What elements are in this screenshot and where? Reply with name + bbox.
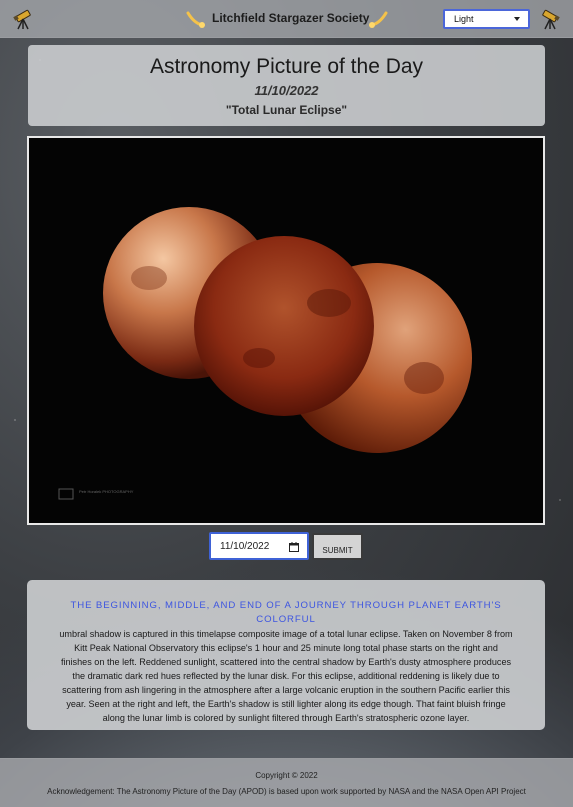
date-picker-value: 11/10/2022 xyxy=(220,541,270,552)
apod-title-card: Astronomy Picture of the Day 11/10/2022 … xyxy=(28,45,545,126)
explanation-heading: THE BEGINNING, MIDDLE, AND END OF A JOUR… xyxy=(70,600,502,625)
submit-button[interactable]: SUBMIT xyxy=(312,533,363,560)
theme-select[interactable]: Light xyxy=(443,9,530,29)
telescope-icon xyxy=(537,7,561,31)
picture-title: "Total Lunar Eclipse" xyxy=(225,103,348,117)
comet-icon xyxy=(186,9,206,29)
apod-image: Petr Horalek PHOTOGRAPHY xyxy=(27,136,545,525)
site-footer: Copyright © 2022 Acknowledgement: The As… xyxy=(0,758,573,807)
explanation-line: year. Seen at the right and left, the Ea… xyxy=(66,699,506,709)
acknowledgement-text: Acknowledgement: The Astronomy Picture o… xyxy=(47,787,526,796)
telescope-icon xyxy=(12,7,36,31)
explanation-line: finishes on the left. Reddened sunlight,… xyxy=(60,657,512,667)
explanation-card: THE BEGINNING, MIDDLE, AND END OF A JOUR… xyxy=(27,580,545,730)
date-picker-input[interactable]: 11/10/2022 xyxy=(209,532,309,560)
page-title: Astronomy Picture of the Day xyxy=(149,55,424,78)
site-title: Litchfield Stargazer Society xyxy=(212,11,370,25)
calendar-icon[interactable] xyxy=(289,542,299,552)
theme-select-value: Light xyxy=(454,14,474,24)
explanation-line: Kitt Peak National Observatory this ecli… xyxy=(74,643,498,653)
photo-credit-watermark: Petr Horalek PHOTOGRAPHY xyxy=(79,489,134,494)
chevron-down-icon xyxy=(514,17,520,21)
copyright-text: Copyright © 2022 xyxy=(255,771,318,780)
site-header: Litchfield Stargazer Society Light xyxy=(0,0,573,38)
explanation-line: scattering from ash lingering in the atm… xyxy=(62,685,510,695)
apod-date: 11/10/2022 xyxy=(254,83,319,98)
explanation-line: umbral shadow is captured in this timela… xyxy=(59,629,513,639)
explanation-line: along the lunar limb is colored by sunli… xyxy=(102,713,470,723)
comet-icon xyxy=(368,9,388,29)
explanation-line: the dramatic dark red hues reflected by … xyxy=(72,671,500,681)
